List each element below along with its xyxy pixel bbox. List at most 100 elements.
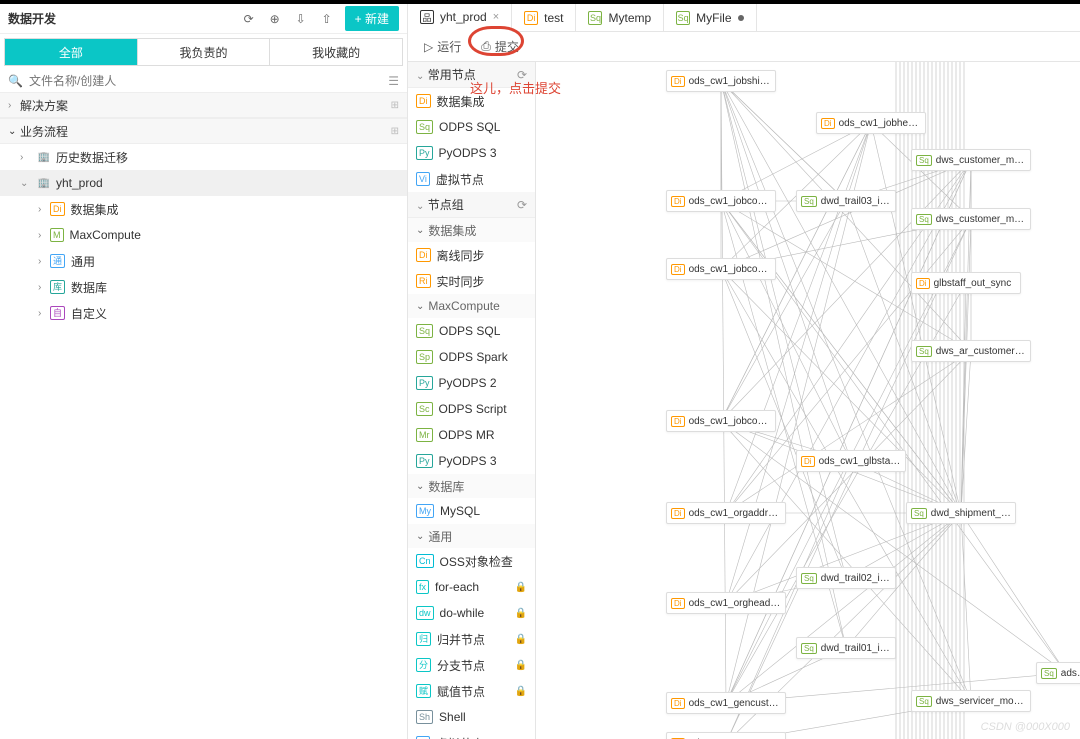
node-type-icon: Sq — [916, 346, 932, 357]
dag-node[interactable]: Diods_cw1_jobconsol_... — [666, 410, 776, 432]
palette-item[interactable]: CnOSS对象检查 — [408, 548, 535, 574]
export-icon[interactable]: ⇧ — [319, 11, 335, 27]
right-area: 品yht_prod×DitestSqMytempSqMyFile ▷ 运行 ⎙ … — [408, 4, 1080, 739]
palette-item[interactable]: Ri实时同步 — [408, 268, 535, 294]
dag-node[interactable]: Sqdwd_trail03_info — [796, 190, 896, 212]
refresh-icon[interactable]: ⟳ — [517, 68, 527, 82]
palette-item[interactable]: fxfor-each🔒 — [408, 574, 535, 600]
dag-node[interactable]: Sqdws_servicer_monit... — [911, 690, 1031, 712]
tree-history[interactable]: ›🏢历史数据迁移 — [0, 144, 407, 170]
node-type-icon: Sq — [911, 508, 927, 519]
palette-item[interactable]: 归归并节点🔒 — [408, 626, 535, 652]
palette-item[interactable]: Di数据集成 — [408, 88, 535, 114]
close-icon[interactable]: × — [493, 11, 499, 23]
locate-icon[interactable]: ⊕ — [267, 11, 283, 27]
editor-toolbar: ▷ 运行 ⎙ 提交 — [408, 32, 1080, 62]
lock-icon: 🔒 — [515, 634, 527, 645]
node-type-icon: Sq — [916, 214, 932, 225]
palette-subhead[interactable]: ⌄ 通用 — [408, 524, 535, 548]
left-header: 数据开发 ⟳ ⊕ ⇩ ⇧ + 新建 — [0, 4, 407, 34]
palette-item[interactable]: ScODPS Script — [408, 396, 535, 422]
palette-item[interactable]: SpODPS Spark — [408, 344, 535, 370]
dag-node[interactable]: Diods_cw1_orgheader_... — [666, 592, 786, 614]
palette-item[interactable]: Vi虚拟节点 — [408, 166, 535, 192]
file-tab[interactable]: Ditest — [512, 4, 576, 31]
tree-child[interactable]: ›自自定义 — [0, 300, 407, 326]
new-button[interactable]: + 新建 — [345, 6, 399, 31]
tree-child[interactable]: ›Di数据集成 — [0, 196, 407, 222]
submit-button[interactable]: ⎙ 提交 — [473, 34, 527, 59]
dag-node[interactable]: Diods_cw1_jobconship... — [666, 258, 776, 280]
lock-icon: 🔒 — [515, 608, 527, 619]
palette-item[interactable]: MrODPS MR — [408, 422, 535, 448]
dag-node[interactable]: Sqdws_customer_monit... — [911, 208, 1031, 230]
palette-item[interactable]: dwdo-while🔒 — [408, 600, 535, 626]
dag-node[interactable]: Sqdwd_trail01_info — [796, 637, 896, 659]
dag-node[interactable]: Diods_cw1_jobheader_... — [816, 112, 926, 134]
node-type-icon: Di — [671, 264, 685, 275]
dag-node[interactable]: Sqdwd_shipment_info — [906, 502, 1016, 524]
refresh-icon[interactable]: ⟳ — [241, 11, 257, 27]
tab-fav[interactable]: 我收藏的 — [270, 39, 402, 65]
tree-child[interactable]: ›通通用 — [0, 248, 407, 274]
search-input[interactable] — [29, 74, 382, 88]
left-panel: 数据开发 ⟳ ⊕ ⇩ ⇧ + 新建 全部 我负责的 我收藏的 🔍 ☰ ›解决方案… — [0, 4, 408, 739]
dag-node[interactable]: Diods cw1 acctransac... — [666, 732, 786, 739]
palette-item[interactable]: ShShell — [408, 704, 535, 730]
lock-icon: 🔒 — [515, 660, 527, 671]
palette-item[interactable]: PyPyODPS 2 — [408, 370, 535, 396]
lock-icon: 🔒 — [515, 582, 527, 593]
tab-icon: Sq — [676, 11, 690, 25]
import-icon[interactable]: ⇩ — [293, 11, 309, 27]
file-tabs: 品yht_prod×DitestSqMytempSqMyFile — [408, 4, 1080, 32]
palette-item[interactable]: Di离线同步 — [408, 242, 535, 268]
palette-subhead[interactable]: ⌄ MaxCompute — [408, 294, 535, 318]
tab-all[interactable]: 全部 — [5, 39, 138, 65]
tab-icon: 品 — [420, 10, 434, 24]
node-type-icon: Sq — [801, 643, 817, 654]
dag-node[interactable]: Diglbstaff_out_sync — [911, 272, 1021, 294]
palette-item[interactable]: MyMySQL — [408, 498, 535, 524]
dag-node[interactable]: Sqdws_customer_monit... — [911, 149, 1031, 171]
dag-node[interactable]: Sqdwd_trail02_info — [796, 567, 896, 589]
run-button[interactable]: ▷ 运行 — [416, 34, 469, 59]
palette-item[interactable]: 赋赋值节点🔒 — [408, 678, 535, 704]
refresh-icon[interactable]: ⟳ — [517, 198, 527, 212]
file-tab[interactable]: SqMyFile — [664, 4, 756, 31]
palette-item[interactable]: PyPyODPS 3 — [408, 448, 535, 474]
palette-section-head[interactable]: ⌄ 常用节点⟳ — [408, 62, 535, 88]
lock-icon: 🔒 — [515, 686, 527, 697]
file-tab[interactable]: SqMytemp — [576, 4, 664, 31]
tree-solution[interactable]: ›解决方案⊞ — [0, 92, 407, 118]
filter-icon[interactable]: ☰ — [388, 74, 399, 88]
node-type-icon: Sq — [801, 196, 817, 207]
search-icon: 🔍 — [8, 74, 23, 88]
tree-child[interactable]: ›库数据库 — [0, 274, 407, 300]
palette-item[interactable]: PyPyODPS 3 — [408, 140, 535, 166]
palette-subhead[interactable]: ⌄ 数据库 — [408, 474, 535, 498]
dag-canvas[interactable]: Diods_cw1_jobshipment... Diods_cw1_jobhea… — [536, 62, 1080, 739]
tree-child[interactable]: ›MMaxCompute — [0, 222, 407, 248]
palette-item[interactable]: Vi虚拟节点 — [408, 730, 535, 739]
palette-subhead[interactable]: ⌄ 数据集成 — [408, 218, 535, 242]
dag-node[interactable]: Diods_cw1_gencustoma... — [666, 692, 786, 714]
dag-node[interactable]: Diods_cw1_jobshipment... — [666, 70, 776, 92]
watermark: CSDN @000X000 — [981, 721, 1070, 733]
palette-item[interactable]: SqODPS SQL — [408, 114, 535, 140]
node-type-icon: Di — [671, 416, 685, 427]
tree-yht[interactable]: ⌄🏢yht_prod — [0, 170, 407, 196]
tab-icon: Di — [524, 11, 538, 25]
dag-node[interactable]: Sqdws_ar_customer_on... — [911, 340, 1031, 362]
tree-workflow[interactable]: ⌄业务流程⊞ — [0, 118, 407, 144]
palette-item[interactable]: 分分支节点🔒 — [408, 652, 535, 678]
dag-node[interactable]: Diods_cw1_orgaddress... — [666, 502, 786, 524]
node-type-icon: Di — [671, 598, 685, 609]
palette-section-head[interactable]: ⌄ 节点组⟳ — [408, 192, 535, 218]
search-row: 🔍 ☰ — [0, 70, 407, 92]
tab-mine[interactable]: 我负责的 — [138, 39, 271, 65]
palette-item[interactable]: SqODPS SQL — [408, 318, 535, 344]
dag-node[interactable]: Sqads_comm... — [1036, 662, 1080, 684]
dag-node[interactable]: Diods_cw1_jobconsolt... — [666, 190, 776, 212]
file-tab[interactable]: 品yht_prod× — [408, 4, 512, 32]
dag-node[interactable]: Diods_cw1_glbstaff_d... — [796, 450, 906, 472]
